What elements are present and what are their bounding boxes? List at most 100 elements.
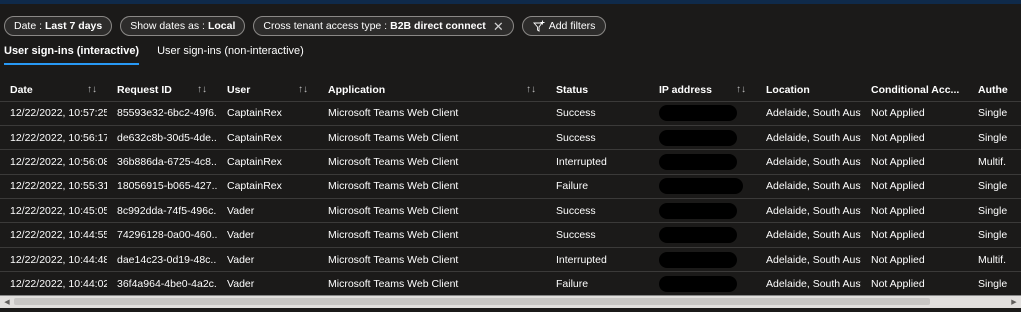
request-id-cell: de632c8b-30d5-4de... (107, 124, 217, 150)
conditional-access-cell: Not Applied (861, 271, 968, 297)
redacted-ip-block (659, 153, 737, 170)
redacted-ip-block (659, 202, 737, 219)
authentication-cell: Single (968, 222, 1021, 248)
cross-tenant-filter-pill[interactable]: Cross tenant access type : B2B direct co… (253, 16, 514, 36)
redacted-ip-block (659, 178, 743, 195)
status-cell: Success (546, 100, 649, 126)
conditional-access-cell: Not Applied (861, 198, 968, 223)
location-cell: Adelaide, South Aust... (756, 246, 861, 272)
remove-filter-icon[interactable]: ✕ (493, 20, 504, 33)
authentication-cell: Single (968, 173, 1021, 199)
cross-tenant-prefix: Cross tenant access type : (263, 20, 388, 32)
user-cell: CaptainRex (217, 100, 318, 126)
scroll-right-arrow-icon[interactable]: ▶ (1008, 296, 1020, 308)
show-dates-filter-pill[interactable]: Show dates as : Local (120, 16, 246, 36)
show-dates-prefix: Show dates as : (130, 20, 205, 32)
request-id-cell: 36f4a964-4be0-4a2c... (107, 271, 217, 297)
column-header-user[interactable]: User ↑↓ (217, 79, 318, 101)
status-cell: Success (546, 198, 649, 223)
show-dates-value: Local (207, 20, 236, 32)
application-cell: Microsoft Teams Web Client (318, 149, 546, 175)
column-header-status[interactable]: Status (546, 79, 649, 101)
application-cell: Microsoft Teams Web Client (318, 246, 546, 272)
date-filter-value: Last 7 days (45, 20, 103, 32)
status-cell: Success (546, 222, 649, 248)
authentication-cell: Single (968, 198, 1021, 223)
location-cell: Adelaide, South Aust... (756, 271, 861, 297)
top-accent-bar (0, 0, 1021, 4)
cross-tenant-value: B2B direct connect (390, 20, 486, 32)
status-cell: Failure (546, 271, 649, 297)
column-header-location[interactable]: Location (756, 79, 861, 101)
table-row[interactable]: 12/22/2022, 10:44:02...36f4a964-4be0-4a2… (0, 271, 1021, 297)
sort-icon[interactable]: ↑↓ (526, 84, 536, 95)
filter-bar: Date : Last 7 days Show dates as : Local… (4, 15, 614, 37)
sort-icon[interactable]: ↑↓ (197, 84, 207, 95)
table-row[interactable]: 12/22/2022, 10:56:08...36b886da-6725-4c8… (0, 149, 1021, 175)
date-cell: 12/22/2022, 10:57:25... (0, 100, 107, 126)
conditional-access-cell: Not Applied (861, 100, 968, 126)
redacted-ip-block (659, 129, 737, 146)
tab-user-signins-non-interactive[interactable]: User sign-ins (non-interactive) (157, 45, 304, 65)
table-row[interactable]: 12/22/2022, 10:44:55...74296128-0a00-460… (0, 222, 1021, 248)
status-cell: Interrupted (546, 149, 649, 175)
request-id-cell: dae14c23-0d19-48c... (107, 246, 217, 272)
ip-address-cell (649, 149, 756, 175)
date-filter-prefix: Date : (14, 20, 43, 32)
column-header-ip-address[interactable]: IP address ↑↓ (649, 79, 756, 101)
request-id-cell: 18056915-b065-427... (107, 173, 217, 199)
tab-user-signins-interactive[interactable]: User sign-ins (interactive) (4, 45, 140, 65)
column-header-conditional-access[interactable]: Conditional Acc... (861, 79, 968, 101)
authentication-cell: Single (968, 124, 1021, 150)
table-row[interactable]: 12/22/2022, 10:45:05...8c992dda-74f5-496… (0, 198, 1021, 223)
application-cell: Microsoft Teams Web Client (318, 271, 546, 297)
table-row[interactable]: 12/22/2022, 10:55:31...18056915-b065-427… (0, 173, 1021, 199)
user-cell: CaptainRex (217, 149, 318, 175)
table-header-row: Date ↑↓ Request ID ↑↓ User ↑↓ Application ↑↓… (0, 79, 1021, 101)
ip-address-cell (649, 246, 756, 272)
date-filter-pill[interactable]: Date : Last 7 days (4, 16, 113, 36)
application-cell: Microsoft Teams Web Client (318, 124, 546, 150)
signin-logs-table: Date ↑↓ Request ID ↑↓ User ↑↓ Application ↑↓… (0, 79, 1021, 297)
application-cell: Microsoft Teams Web Client (318, 222, 546, 248)
request-id-cell: 36b886da-6725-4c8... (107, 149, 217, 175)
authentication-cell: Multif. (968, 149, 1021, 175)
location-cell: Adelaide, South Aust... (756, 222, 861, 248)
column-header-request-id[interactable]: Request ID ↑↓ (107, 79, 217, 101)
conditional-access-cell: Not Applied (861, 149, 968, 175)
request-id-cell: 85593e32-6bc2-49f6... (107, 100, 217, 126)
location-cell: Adelaide, South Aust... (756, 124, 861, 150)
redacted-ip-block (659, 276, 737, 293)
request-id-cell: 74296128-0a00-460... (107, 222, 217, 248)
redacted-ip-block (659, 227, 737, 244)
date-cell: 12/22/2022, 10:56:08... (0, 149, 107, 175)
column-header-authentication[interactable]: Authe (968, 79, 1021, 101)
user-cell: CaptainRex (217, 173, 318, 199)
ip-address-cell (649, 222, 756, 248)
sort-icon[interactable]: ↑↓ (298, 84, 308, 95)
add-filter-funnel-icon (532, 20, 545, 32)
scrollbar-thumb[interactable] (14, 298, 930, 305)
conditional-access-cell: Not Applied (861, 246, 968, 272)
sort-icon[interactable]: ↑↓ (736, 84, 746, 95)
location-cell: Adelaide, South Aust... (756, 100, 861, 126)
sort-icon[interactable]: ↑↓ (87, 84, 97, 95)
application-cell: Microsoft Teams Web Client (318, 100, 546, 126)
user-cell: Vader (217, 222, 318, 248)
authentication-cell: Multif. (968, 246, 1021, 272)
ip-address-cell (649, 173, 756, 199)
add-filters-button[interactable]: Add filters (521, 16, 607, 36)
table-row[interactable]: 12/22/2022, 10:57:25...85593e32-6bc2-49f… (0, 100, 1021, 126)
table-row[interactable]: 12/22/2022, 10:56:17...de632c8b-30d5-4de… (0, 124, 1021, 150)
redacted-ip-block (659, 105, 737, 122)
user-cell: Vader (217, 246, 318, 272)
scroll-left-arrow-icon[interactable]: ◀ (1, 296, 13, 308)
column-header-date[interactable]: Date ↑↓ (0, 79, 107, 101)
table-row[interactable]: 12/22/2022, 10:44:48...dae14c23-0d19-48c… (0, 246, 1021, 272)
column-header-application[interactable]: Application ↑↓ (318, 79, 546, 101)
location-cell: Adelaide, South Aust... (756, 149, 861, 175)
horizontal-scrollbar[interactable]: ◀ ▶ (0, 295, 1021, 308)
status-cell: Failure (546, 173, 649, 199)
date-cell: 12/22/2022, 10:44:02... (0, 271, 107, 297)
user-cell: Vader (217, 271, 318, 297)
